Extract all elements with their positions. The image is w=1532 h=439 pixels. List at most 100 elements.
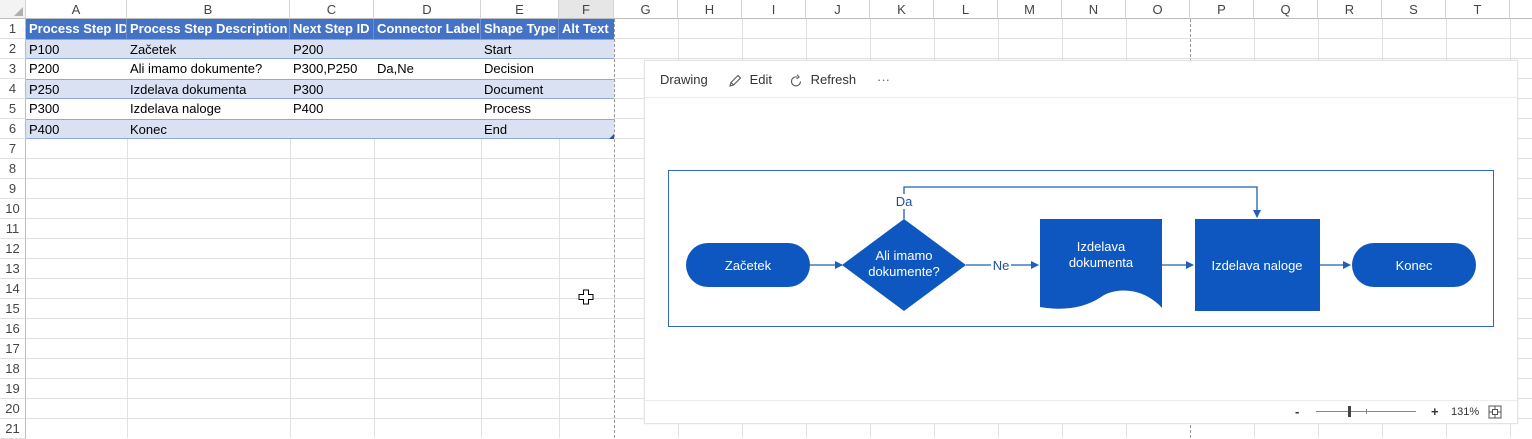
table-header-cell[interactable]: Shape Type	[481, 19, 559, 39]
row-header-1[interactable]: 1	[0, 19, 26, 39]
table-row: P300 Izdelava naloge P400 Process	[26, 99, 614, 119]
flowchart-canvas[interactable]: Začetek Ali imamo dokumente? Izdelava do…	[645, 61, 1519, 425]
table-cell[interactable]	[559, 99, 614, 119]
column-header-j[interactable]: J	[806, 0, 870, 19]
row-header-5[interactable]: 5	[0, 99, 26, 119]
table-cell[interactable]: P300	[26, 99, 127, 119]
column-header-p[interactable]: P	[1190, 0, 1254, 19]
zoom-in-button[interactable]: +	[1431, 401, 1439, 423]
column-header-m[interactable]: M	[998, 0, 1062, 19]
row-header-2[interactable]: 2	[0, 39, 26, 59]
column-header-o[interactable]: O	[1126, 0, 1190, 19]
table-cell[interactable]: Document	[481, 80, 559, 100]
page-break-line	[614, 19, 615, 438]
drawing-statusbar: - + 131%	[645, 400, 1517, 423]
column-header-t[interactable]: T	[1446, 0, 1510, 19]
table-row: P400 Konec End	[26, 119, 614, 139]
table-header-cell[interactable]: Process Step ID	[26, 19, 127, 39]
table-cell[interactable]	[559, 40, 614, 60]
table-cell[interactable]: Izdelava naloge	[127, 99, 290, 119]
row-header-16[interactable]: 16	[0, 319, 26, 339]
table-header-cell[interactable]: Process Step Description	[127, 19, 290, 39]
row-header-8[interactable]: 8	[0, 159, 26, 179]
table-cell[interactable]	[559, 80, 614, 100]
table-cell[interactable]	[559, 59, 614, 79]
column-header-s[interactable]: S	[1382, 0, 1446, 19]
table-row: P250 Izdelava dokumenta P300 Document	[26, 79, 614, 99]
row-header-18[interactable]: 18	[0, 359, 26, 379]
table-cell[interactable]: P300	[290, 80, 374, 100]
table-cell[interactable]: P300,P250	[290, 59, 374, 79]
table-row: P100 Začetek P200 Start	[26, 39, 614, 59]
table-cell[interactable]: Ali imamo dokumente?	[127, 59, 290, 79]
row-header-15[interactable]: 15	[0, 299, 26, 319]
table-cell[interactable]: Izdelava dokumenta	[127, 80, 290, 100]
table-resize-handle-icon[interactable]	[609, 134, 614, 139]
column-header-n[interactable]: N	[1062, 0, 1126, 19]
zoom-out-button[interactable]: -	[1295, 401, 1299, 423]
table-header-cell[interactable]: Connector Label	[374, 19, 481, 39]
table-cell[interactable]	[374, 120, 481, 140]
column-header-e[interactable]: E	[481, 0, 559, 19]
connector-yes[interactable]	[903, 186, 1261, 219]
row-header-20[interactable]: 20	[0, 399, 26, 419]
column-header-d[interactable]: D	[374, 0, 481, 19]
row-header-12[interactable]: 12	[0, 239, 26, 259]
table-cell[interactable]	[374, 80, 481, 100]
table-cell[interactable]: Start	[481, 40, 559, 60]
row-header-19[interactable]: 19	[0, 379, 26, 399]
column-header-row: A B C D E F G H I J K L M N O P Q R S T	[0, 0, 1532, 19]
table-cell[interactable]: Konec	[127, 120, 290, 140]
column-header-c[interactable]: C	[290, 0, 374, 19]
table-cell[interactable]: P250	[26, 80, 127, 100]
column-header-b[interactable]: B	[127, 0, 290, 19]
drawing-panel[interactable]: Drawing Edit Refresh ··· Začetek Ali ima…	[644, 60, 1518, 424]
row-header-17[interactable]: 17	[0, 339, 26, 359]
decision-label-line1: Ali imamo	[875, 248, 932, 263]
decision-label-line2: dokumente?	[868, 264, 940, 279]
row-header-3[interactable]: 3	[0, 59, 26, 79]
select-all-corner[interactable]	[0, 0, 26, 19]
fit-to-window-icon[interactable]	[1488, 405, 1502, 419]
table-cell[interactable]	[374, 99, 481, 119]
zoom-slider-tick	[1366, 409, 1367, 414]
row-header-14[interactable]: 14	[0, 279, 26, 299]
column-header-g[interactable]: G	[614, 0, 678, 19]
row-header-11[interactable]: 11	[0, 219, 26, 239]
column-header-partial	[1510, 0, 1532, 19]
table-cell[interactable]	[374, 40, 481, 60]
table-cell[interactable]: End	[481, 120, 559, 140]
table-cell[interactable]: Začetek	[127, 40, 290, 60]
column-header-i[interactable]: I	[742, 0, 806, 19]
row-header-6[interactable]: 6	[0, 119, 26, 139]
row-header-21[interactable]: 21	[0, 419, 26, 439]
column-header-h[interactable]: H	[678, 0, 742, 19]
row-header-13[interactable]: 13	[0, 259, 26, 279]
table-cell[interactable]: P100	[26, 40, 127, 60]
table-cell[interactable]: P400	[26, 120, 127, 140]
column-header-q[interactable]: Q	[1254, 0, 1318, 19]
column-header-k[interactable]: K	[870, 0, 934, 19]
row-header-7[interactable]: 7	[0, 139, 26, 159]
table-cell[interactable]: Process	[481, 99, 559, 119]
table-header-cell[interactable]: Alt Text	[559, 19, 614, 39]
table-cell[interactable]: Da,Ne	[374, 59, 481, 79]
table-header-cell[interactable]: Next Step ID	[290, 19, 374, 39]
row-header-10[interactable]: 10	[0, 199, 26, 219]
table-cell[interactable]: P200	[26, 59, 127, 79]
column-header-r[interactable]: R	[1318, 0, 1382, 19]
row-header-9[interactable]: 9	[0, 179, 26, 199]
column-header-a[interactable]: A	[26, 0, 127, 19]
spreadsheet-grid[interactable]: A B C D E F G H I J K L M N O P Q R S T …	[0, 0, 1532, 439]
column-header-l[interactable]: L	[934, 0, 998, 19]
table-cell[interactable]	[559, 120, 614, 140]
table-cell[interactable]: Decision	[481, 59, 559, 79]
column-header-f[interactable]: F	[559, 0, 614, 19]
table-cell[interactable]: P200	[290, 40, 374, 60]
zoom-level-text: 131%	[1451, 406, 1480, 418]
row-header-4[interactable]: 4	[0, 79, 26, 99]
table-cell[interactable]: P400	[290, 99, 374, 119]
connector-yes-label: Da	[896, 194, 913, 209]
table-cell[interactable]	[290, 120, 374, 140]
zoom-slider-thumb[interactable]	[1348, 406, 1351, 417]
